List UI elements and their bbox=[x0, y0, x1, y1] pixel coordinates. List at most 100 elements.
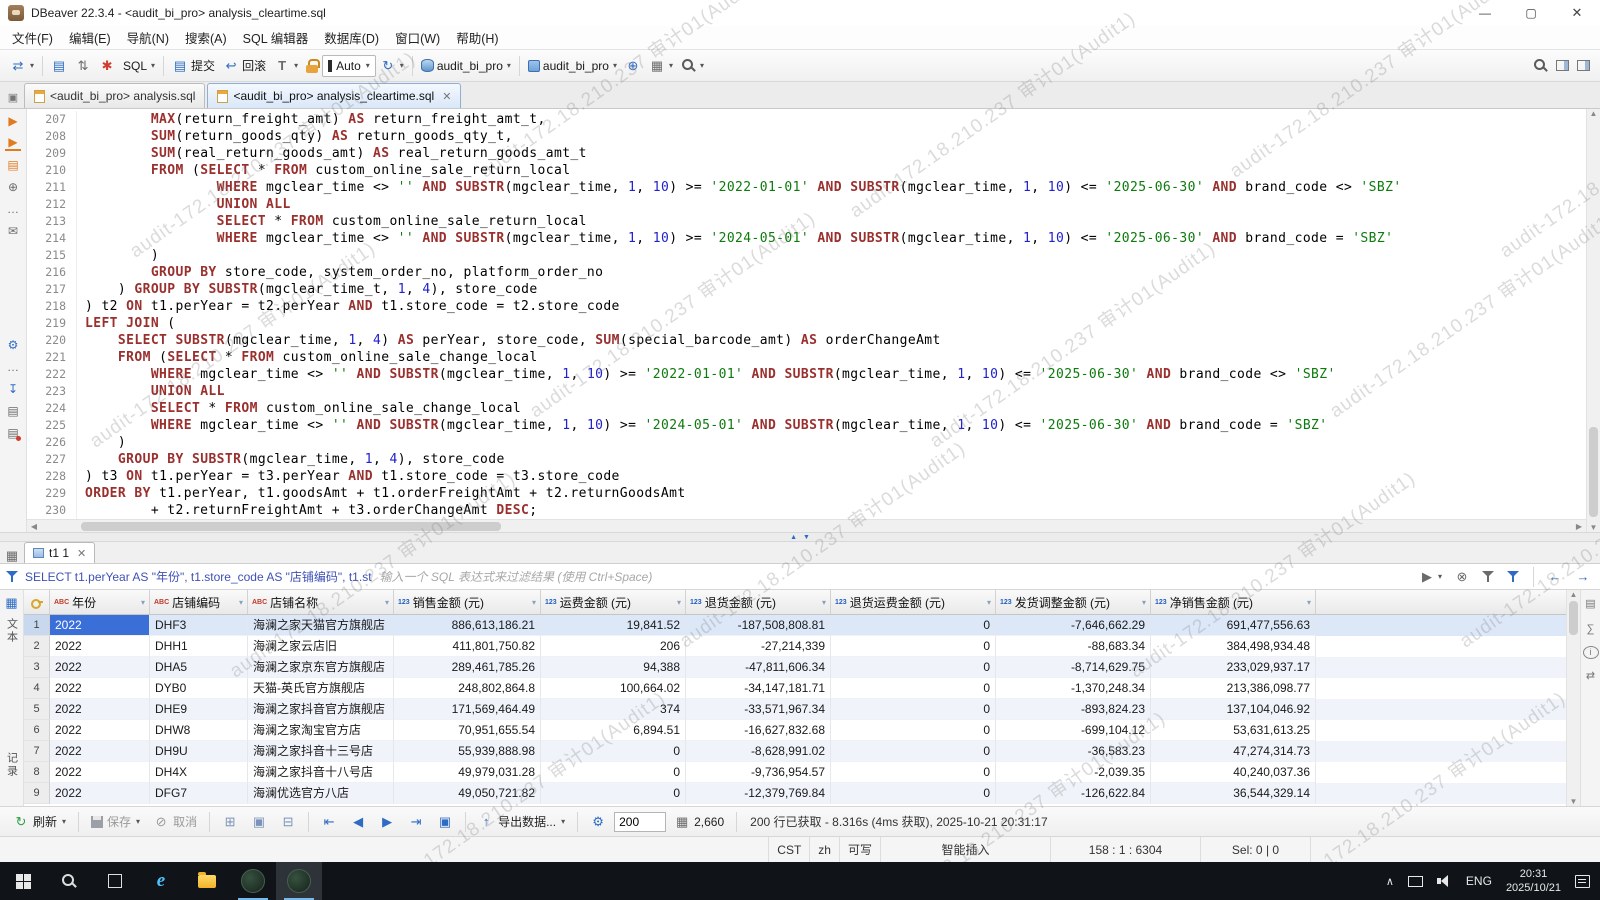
cell[interactable]: DH9U bbox=[150, 741, 248, 762]
transaction-log-button[interactable]: T▾ bbox=[270, 54, 302, 78]
row-number[interactable]: 4 bbox=[24, 678, 50, 699]
menu-item-7[interactable]: 窗口(W) bbox=[387, 25, 448, 50]
cell[interactable]: 137,104,046.92 bbox=[1151, 699, 1316, 720]
collapse-up-icon[interactable]: ▲ bbox=[790, 534, 797, 541]
tab-analysis-cleartime-sql[interactable]: <audit_bi_pro> analysis_cleartime.sql ✕ bbox=[207, 83, 461, 108]
cell[interactable]: 0 bbox=[831, 699, 996, 720]
sql-editor[interactable]: 207 MAX(return_freight_amt) AS return_fr… bbox=[27, 109, 1586, 532]
cell[interactable]: 411,801,750.82 bbox=[394, 636, 541, 657]
cell[interactable]: DFG7 bbox=[150, 783, 248, 804]
scrollbar-thumb[interactable] bbox=[81, 522, 501, 531]
restore-panes-icon[interactable]: ▣ bbox=[2, 86, 24, 108]
code-line[interactable]: 222 WHERE mgclear_time <> '' AND SUBSTR(… bbox=[27, 366, 1586, 383]
grid-vertical-scrollbar[interactable]: ▲ ▼ bbox=[1566, 590, 1580, 806]
column-header-3[interactable]: ABC店铺名称▾ bbox=[248, 590, 394, 614]
code-line[interactable]: 214 WHERE mgclear_time <> '' AND SUBSTR(… bbox=[27, 230, 1586, 247]
cell[interactable]: 0 bbox=[831, 615, 996, 636]
menu-item-8[interactable]: 帮助(H) bbox=[448, 25, 506, 50]
row-number[interactable]: 6 bbox=[24, 720, 50, 741]
language-indicator[interactable]: ENG bbox=[1466, 874, 1492, 888]
code-line[interactable]: 230 + t2.returnFreightAmt + t3.orderChan… bbox=[27, 502, 1586, 519]
navigator-sync-button[interactable]: ⊕ bbox=[621, 54, 645, 78]
cell[interactable]: -7,646,662.29 bbox=[996, 615, 1151, 636]
code-line[interactable]: 211 WHERE mgclear_time <> '' AND SUBSTR(… bbox=[27, 179, 1586, 196]
search-menu-button[interactable]: ▾ bbox=[677, 54, 708, 78]
sync-connection-button[interactable]: ⇅ bbox=[71, 54, 95, 78]
cell[interactable]: 天猫-英氏官方旗舰店 bbox=[248, 678, 394, 699]
code-line[interactable]: 224 SELECT * FROM custom_online_sale_cha… bbox=[27, 400, 1586, 417]
record-view-tab[interactable]: 记录 bbox=[4, 752, 20, 778]
cell[interactable]: 2022 bbox=[50, 720, 150, 741]
last-page-button[interactable]: ⇥ bbox=[403, 812, 429, 832]
code-line[interactable]: 229ORDER BY t1.perYear, t1.goodsAmt + t1… bbox=[27, 485, 1586, 502]
cell[interactable]: 40,240,037.36 bbox=[1151, 762, 1316, 783]
code-line[interactable]: 216 GROUP BY store_code, system_order_no… bbox=[27, 264, 1586, 281]
results-tab-t1[interactable]: t1 1 ✕ bbox=[24, 542, 95, 563]
cell[interactable]: 2022 bbox=[50, 699, 150, 720]
cell[interactable]: -187,508,808.81 bbox=[686, 615, 831, 636]
cell[interactable]: 0 bbox=[831, 762, 996, 783]
cell[interactable]: 213,386,098.77 bbox=[1151, 678, 1316, 699]
cell[interactable]: 70,951,655.54 bbox=[394, 720, 541, 741]
code-line[interactable]: 227 GROUP BY SUBSTR(mgclear_time, 1, 4),… bbox=[27, 451, 1586, 468]
cell[interactable]: DYB0 bbox=[150, 678, 248, 699]
text-view-tab[interactable]: 文本 bbox=[4, 618, 20, 644]
cell[interactable]: 海澜之家抖音十三号店 bbox=[248, 741, 394, 762]
close-tab-icon[interactable]: ✕ bbox=[77, 547, 86, 560]
column-filter-icon[interactable]: ▾ bbox=[385, 598, 389, 607]
status-caret-position[interactable]: 158 : 1 : 6304 bbox=[1050, 837, 1200, 862]
delete-row-button[interactable]: ⊟ bbox=[275, 812, 301, 832]
row-number[interactable]: 2 bbox=[24, 636, 50, 657]
lock-button[interactable] bbox=[302, 54, 322, 78]
column-filter-icon[interactable]: ▾ bbox=[141, 598, 145, 607]
commit-mode-select[interactable]: Auto▾ bbox=[322, 55, 376, 77]
cell[interactable]: 海澜之家云店旧 bbox=[248, 636, 394, 657]
taskbar-search-button[interactable] bbox=[46, 862, 92, 900]
code-line[interactable]: 212 UNION ALL bbox=[27, 196, 1586, 213]
code-line[interactable]: 215 ) bbox=[27, 247, 1586, 264]
cell[interactable]: -88,683.34 bbox=[996, 636, 1151, 657]
scroll-up-icon[interactable]: ▲ bbox=[1567, 590, 1581, 599]
open-sql-console-button[interactable]: ▤ bbox=[47, 54, 71, 78]
grid-mode-button[interactable]: ▦▾ bbox=[645, 54, 677, 78]
column-header-2[interactable]: ABC店铺编码▾ bbox=[150, 590, 248, 614]
cell[interactable]: -126,622.84 bbox=[996, 783, 1151, 804]
cell[interactable]: 233,029,937.17 bbox=[1151, 657, 1316, 678]
cell[interactable]: 2022 bbox=[50, 678, 150, 699]
row-number[interactable]: 1 bbox=[24, 615, 50, 636]
next-page-button[interactable]: ▶ bbox=[374, 812, 400, 832]
code-line[interactable]: 217 ) GROUP BY SUBSTR(mgclear_time_t, 1,… bbox=[27, 281, 1586, 298]
cell[interactable]: 海澜之家京东官方旗舰店 bbox=[248, 657, 394, 678]
cell[interactable]: 海澜之家淘宝官方店 bbox=[248, 720, 394, 741]
cell[interactable]: -47,811,606.34 bbox=[686, 657, 831, 678]
column-header-1[interactable]: ABC年份▾ bbox=[50, 590, 150, 614]
menu-item-2[interactable]: 编辑(E) bbox=[61, 25, 119, 50]
taskbar-clock[interactable]: 20:31 2025/10/21 bbox=[1506, 867, 1561, 896]
tab-analysis-sql[interactable]: <audit_bi_pro> analysis.sql bbox=[24, 83, 205, 108]
cell[interactable]: -16,627,832.68 bbox=[686, 720, 831, 741]
sql-menu-button[interactable]: SQL▾ bbox=[119, 54, 159, 78]
code-line[interactable]: 207 MAX(return_freight_amt) AS return_fr… bbox=[27, 111, 1586, 128]
cell[interactable]: 0 bbox=[831, 741, 996, 762]
cell[interactable]: -12,379,769.84 bbox=[686, 783, 831, 804]
toggle-panel-button[interactable] bbox=[1573, 54, 1594, 78]
cell[interactable]: 374 bbox=[541, 699, 686, 720]
rollback-button[interactable]: ↩回滚 bbox=[219, 54, 270, 78]
cell[interactable]: 19,841.52 bbox=[541, 615, 686, 636]
fetch-all-button[interactable]: ▣ bbox=[432, 812, 458, 832]
menu-item-5[interactable]: SQL 编辑器 bbox=[235, 25, 317, 50]
open-perspective-button[interactable] bbox=[1552, 54, 1573, 78]
cell[interactable]: DHF3 bbox=[150, 615, 248, 636]
cell[interactable]: 384,498,934.48 bbox=[1151, 636, 1316, 657]
cell[interactable]: -33,571,967.34 bbox=[686, 699, 831, 720]
row-number[interactable]: 5 bbox=[24, 699, 50, 720]
taskbar-app-button-2[interactable] bbox=[276, 862, 322, 900]
execute-statement-icon[interactable]: ▶ bbox=[5, 113, 21, 129]
scroll-left-icon[interactable]: ◀ bbox=[27, 522, 41, 531]
result-settings-button[interactable]: ⚙ bbox=[585, 812, 611, 832]
cell[interactable]: 2022 bbox=[50, 657, 150, 678]
cell[interactable]: 海澜之家抖音十八号店 bbox=[248, 762, 394, 783]
cell[interactable]: DH4X bbox=[150, 762, 248, 783]
cell[interactable]: -36,583.23 bbox=[996, 741, 1151, 762]
cell[interactable]: 海澜之家天猫官方旗舰店 bbox=[248, 615, 394, 636]
